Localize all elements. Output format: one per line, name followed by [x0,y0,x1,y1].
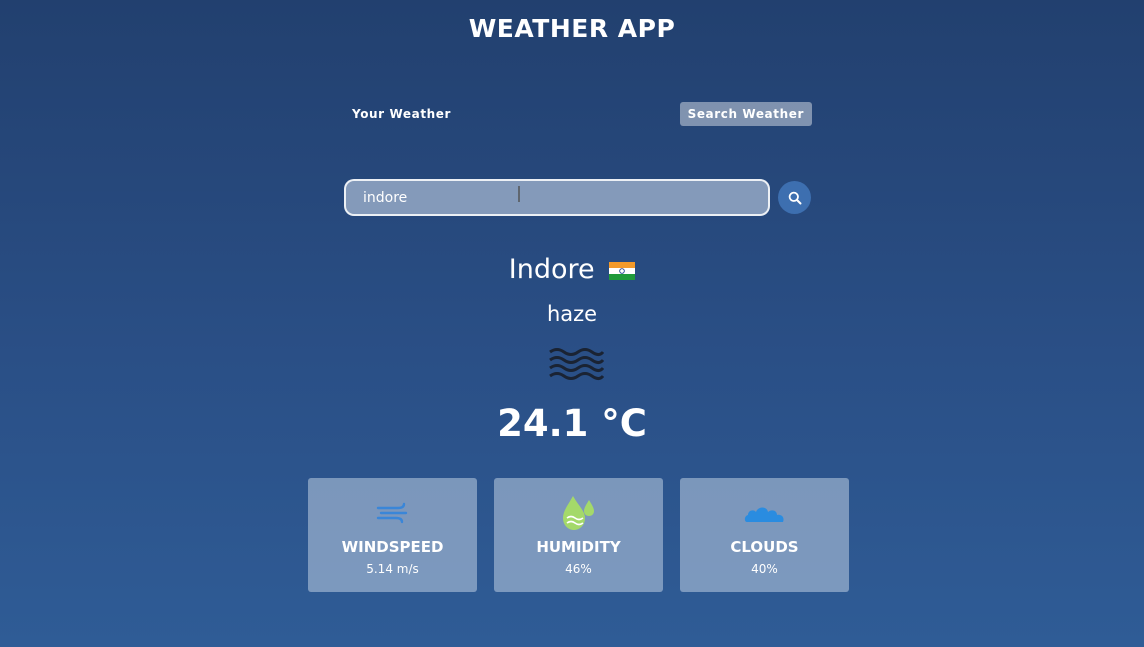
city-name: Indore [508,254,595,285]
clouds-card: CLOUDS 40% [680,478,849,592]
clouds-value: 40% [751,562,778,576]
humidity-label: HUMIDITY [536,538,621,556]
app-title: WEATHER APP [468,14,676,43]
tab-bar: Your Weather Search Weather [342,102,812,126]
search-input[interactable] [344,179,770,216]
tab-search-weather[interactable]: Search Weather [679,102,812,126]
cloud-icon [744,507,784,522]
windspeed-label: WINDSPEED [341,538,444,556]
temperature: 24.1 °C [497,402,647,445]
haze-icon [549,348,604,380]
humidity-icon [562,496,594,530]
windspeed-value: 5.14 m/s [366,562,419,576]
clouds-label: CLOUDS [730,538,799,556]
city-heading: Indore [0,254,1144,285]
humidity-card: HUMIDITY 46% [494,478,663,592]
search-button[interactable] [778,181,811,214]
humidity-value: 46% [565,562,592,576]
wind-icon [376,502,407,524]
tab-your-weather[interactable]: Your Weather [344,102,459,126]
search-form [344,179,770,216]
windspeed-card: WINDSPEED 5.14 m/s [308,478,477,592]
weather-description: haze [546,302,598,326]
search-icon [788,191,801,204]
text-cursor [518,186,522,202]
india-flag-icon [609,261,636,280]
